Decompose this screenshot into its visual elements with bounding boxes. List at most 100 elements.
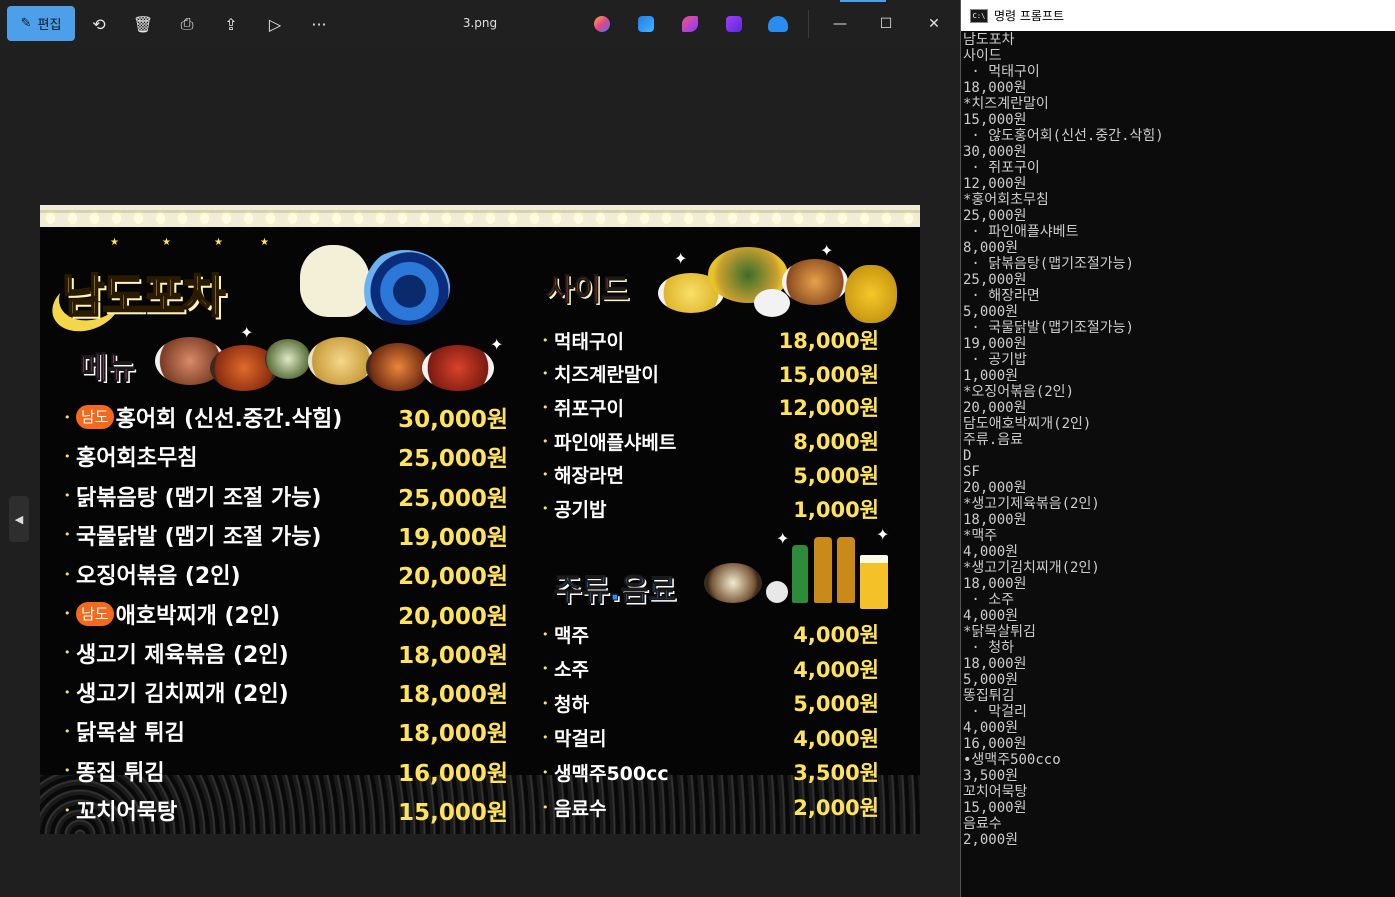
bullet-icon: • [542, 400, 549, 414]
light-bulb [706, 213, 715, 224]
glass-photo [766, 581, 788, 603]
makgeolli-bowl-photo [704, 563, 762, 603]
menu-item: • 똥집 튀김 16,000원 [64, 753, 508, 789]
menu-item-price: 5,000원 [793, 463, 879, 488]
cmd-line: · 쥐포구이 [963, 160, 1040, 176]
light-bulb [882, 213, 891, 224]
photos-window: ✎ 편집 ⟲ 🗑 ⎙ ⇪ ▷ ··· 3.png — ☐ ✕ ◀ 남도포차 메뉴… [0, 0, 960, 897]
sparkle-decoration: ✦ [776, 529, 790, 548]
cmd-line: •생맥주500cco [963, 752, 1061, 768]
light-bulb [46, 213, 55, 224]
namdo-badge: 남도 [76, 601, 114, 626]
menu-item-name: 청하 [554, 693, 589, 716]
menu-item-price: 19,000원 [398, 524, 508, 551]
command-prompt-window: C:\ 명령 프롬프트 남도포차 사이드 · 먹태구이 18,000원 *치즈계란말이… [960, 0, 1395, 897]
cmd-line: 5,000원 [963, 304, 1019, 320]
cmd-line: 19,000원 [963, 336, 1027, 352]
light-bulb [244, 213, 253, 224]
beer-bottle [814, 537, 832, 603]
light-bulb [684, 213, 693, 224]
cmd-line: 12,000원 [963, 176, 1027, 192]
close-button[interactable]: ✕ [919, 10, 949, 38]
light-bulb [178, 213, 187, 224]
menu-item-name: 꼬치어묵탕 [76, 800, 178, 825]
menu-item-name: 애호박찌개 (2인) [115, 603, 281, 629]
brand-title: 남도포차 [61, 268, 226, 324]
menu-item-name: 공기밥 [554, 499, 607, 521]
light-bulb [222, 213, 231, 224]
cmd-line: *생고기김치찌개(2인) [963, 560, 1100, 576]
bullet-icon: • [64, 607, 71, 620]
light-bulb [640, 213, 649, 224]
menu-item-price: 2,000원 [793, 796, 879, 820]
bullet-icon: • [64, 803, 71, 817]
clipchamp-icon[interactable] [682, 16, 698, 32]
menu-section-title: 메뉴 [79, 351, 136, 387]
cmd-titlebar[interactable]: C:\ 명령 프롬프트 [961, 0, 1395, 31]
cmd-line: *닭목살튀김 [963, 624, 1036, 640]
light-bulb [508, 213, 517, 224]
slideshow-icon[interactable]: ▷ [258, 6, 292, 42]
previous-image-button[interactable]: ◀ [9, 496, 29, 542]
copilot-icon[interactable] [594, 16, 610, 32]
light-bulb [794, 213, 803, 224]
cmd-output[interactable]: 남도포차 사이드 · 먹태구이 18,000원 *치즈계란말이 15,000원 · 않도… [963, 32, 1393, 848]
menu-item-price: 15,000원 [778, 362, 879, 387]
cmd-line: · 닭볶음탕(맵기조절가능) [963, 256, 1134, 272]
light-bulb [310, 213, 319, 224]
cmd-window-title: 명령 프롬프트 [994, 9, 1065, 23]
side-section-title: 사이드 [546, 273, 630, 309]
designer-icon[interactable] [638, 16, 654, 32]
more-options-button[interactable]: ··· [302, 6, 336, 42]
star-decoration: ★ [162, 237, 171, 248]
light-bulb [376, 213, 385, 224]
minimize-button[interactable]: — [825, 10, 855, 38]
menu-item-price: 15,000원 [398, 800, 508, 826]
light-bulb [156, 213, 165, 224]
menu-item: • 닭목살 튀김 18,000원 [64, 713, 508, 749]
menu-item: • 청하 5,000원 [542, 685, 879, 721]
bullet-icon: • [64, 489, 71, 503]
soju-bottle [792, 545, 808, 603]
toolbar-divider [808, 10, 809, 38]
onedrive-icon[interactable] [768, 16, 788, 32]
bullet-icon: • [64, 724, 71, 738]
light-bulb [618, 213, 627, 224]
cmd-line: 4,000원 [963, 720, 1019, 736]
food-photo [265, 339, 311, 379]
menu-item: • 먹태구이 18,000원 [542, 322, 879, 358]
light-bulb [68, 213, 77, 224]
menu-item-name: 쥐포구이 [554, 397, 624, 420]
light-bulb [530, 213, 539, 224]
share-icon[interactable]: ⇪ [214, 6, 248, 42]
sparkle-decoration: ✦ [674, 249, 688, 268]
menu-item: • 홍어회초무침 25,000원 [64, 438, 508, 474]
maximize-button[interactable]: ☐ [871, 10, 901, 38]
wave-illustration [360, 250, 450, 325]
menu-item: • 음료수 2,000원 [542, 789, 879, 825]
menu-item-price: 30,000원 [398, 407, 508, 433]
bullet-icon: • [542, 800, 549, 814]
video-editor-icon[interactable] [726, 16, 742, 32]
rotate-icon[interactable]: ⟲ [82, 6, 116, 42]
cmd-line: 20,000원 [963, 480, 1027, 496]
star-decoration: ★ [110, 237, 119, 248]
cmd-line: 음료수 [963, 816, 1002, 832]
menu-item-name: 맥주 [554, 624, 589, 647]
cmd-line: 18,000원 [963, 80, 1027, 96]
print-icon[interactable]: ⎙ [170, 6, 204, 42]
light-bulb [90, 213, 99, 224]
edit-button[interactable]: ✎ 편집 [7, 6, 75, 41]
menu-item-price: 12,000원 [778, 396, 879, 421]
cmd-line: 25,000원 [963, 208, 1027, 224]
bullet-icon: • [542, 731, 549, 745]
cmd-line: *오징어볶음(2인) [963, 384, 1074, 400]
light-bulb [398, 213, 407, 224]
menu-item-name: 치즈계란말이 [554, 364, 659, 387]
light-bulb [838, 213, 847, 224]
menu-item-price: 18,000원 [398, 642, 508, 669]
cmd-line: SF [963, 464, 980, 480]
sparkle-decoration: ✦ [876, 525, 890, 544]
light-bulb [596, 213, 605, 224]
delete-icon[interactable]: 🗑 [126, 6, 160, 42]
